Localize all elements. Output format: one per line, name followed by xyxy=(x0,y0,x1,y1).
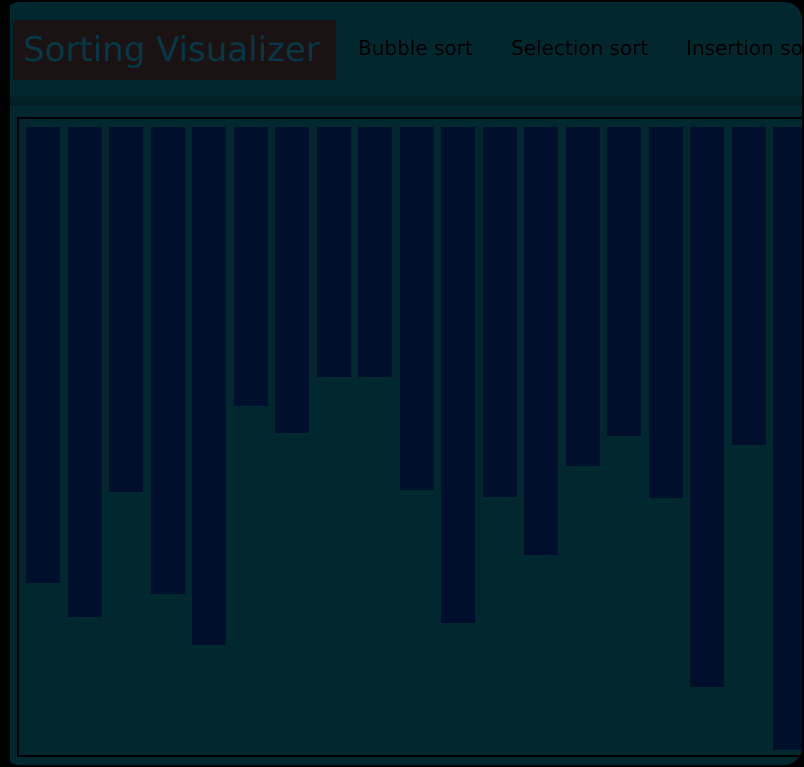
array-bar xyxy=(648,127,683,498)
array-bar xyxy=(690,127,724,687)
array-bar xyxy=(399,127,434,490)
array-bar xyxy=(109,127,143,492)
array-bar xyxy=(607,127,641,436)
nav-bubble-sort[interactable]: Bubble sort xyxy=(358,36,473,60)
app-window: Sorting Visualizer Bubble sort Selection… xyxy=(0,0,804,767)
array-bar xyxy=(26,127,60,583)
nav-insertion-sort[interactable]: Insertion so xyxy=(686,36,802,60)
array-bar xyxy=(316,127,351,377)
array-bar xyxy=(192,127,226,645)
nav-selection-sort[interactable]: Selection sort xyxy=(511,36,648,60)
array-bar xyxy=(773,127,802,750)
array-bar xyxy=(275,127,309,433)
app-title[interactable]: Sorting Visualizer xyxy=(13,20,336,80)
array-bar xyxy=(150,127,185,594)
array-bar xyxy=(358,127,392,377)
array-bar xyxy=(731,127,766,445)
window-edge xyxy=(2,2,10,765)
array-bars-container xyxy=(17,117,802,757)
array-bar xyxy=(524,127,558,555)
array-bar xyxy=(441,127,475,623)
array-bar xyxy=(482,127,517,497)
navbar: Sorting Visualizer Bubble sort Selection… xyxy=(10,2,802,96)
array-bar xyxy=(67,127,102,617)
array-bar xyxy=(233,127,268,406)
navbar-divider xyxy=(10,96,802,106)
array-bar xyxy=(565,127,600,466)
